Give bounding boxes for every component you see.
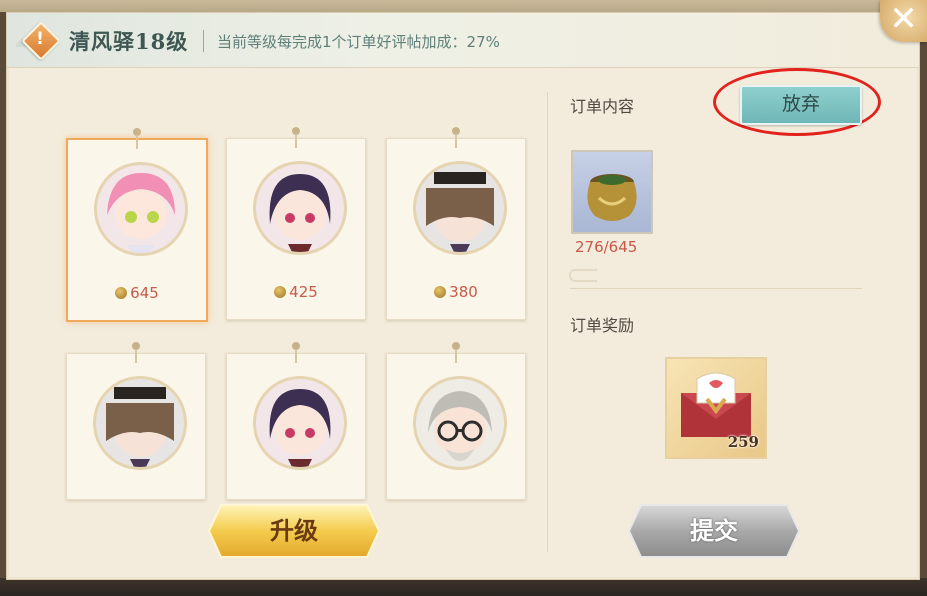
page-title: 清风驿18级 [69,29,189,54]
avatar [253,161,347,255]
coin-icon [274,286,287,298]
reward-count: 259 [727,433,759,451]
upgrade-button[interactable]: 升级 [207,503,381,559]
bonus-description: 当前等级每完成1个订单好评帖加成：27% [217,33,500,51]
pin-icon [133,128,141,150]
avatar [94,162,188,256]
pin-icon [132,342,140,364]
order-item-slot[interactable] [571,150,653,234]
exclamation-icon: ! [36,29,44,49]
avatar [413,376,507,470]
scroll-indicator [569,269,597,282]
close-button[interactable]: ✕ [880,0,927,42]
price-label: 425 [227,283,365,301]
avatar [93,376,187,470]
character-card-6[interactable] [386,342,526,500]
section-divider [570,288,862,289]
title-bar: ! 清风驿18级 当前等级每完成1个订单好评帖加成：27% [7,13,919,68]
abandon-button[interactable]: 放弃 [740,85,862,125]
character-card-4[interactable] [66,342,206,500]
pot-icon [587,174,637,221]
pin-icon [292,127,300,149]
order-reward-label: 订单奖励 [570,316,635,335]
background-top [0,0,927,12]
item-progress: 276/645 [575,238,638,256]
character-card-5[interactable] [226,342,366,500]
background-bottom [0,578,927,596]
pin-icon [452,127,460,149]
price-label: 645 [68,284,206,302]
avatar [253,376,347,470]
panel-divider [547,92,548,552]
submit-button[interactable]: 提交 [627,503,801,559]
pin-icon [292,342,300,364]
coin-icon [115,287,128,299]
close-icon: ✕ [889,0,918,39]
avatar [413,161,507,255]
reward-item-slot[interactable]: 259 [665,357,767,459]
coin-icon [434,286,447,298]
character-card-2[interactable]: 425 [226,127,366,320]
title-divider [203,30,204,52]
price-label: 380 [387,283,525,301]
order-content-label: 订单内容 [570,97,635,116]
character-card-1[interactable]: 645 [66,128,208,322]
character-card-3[interactable]: 380 [386,127,526,320]
pin-icon [452,342,460,364]
